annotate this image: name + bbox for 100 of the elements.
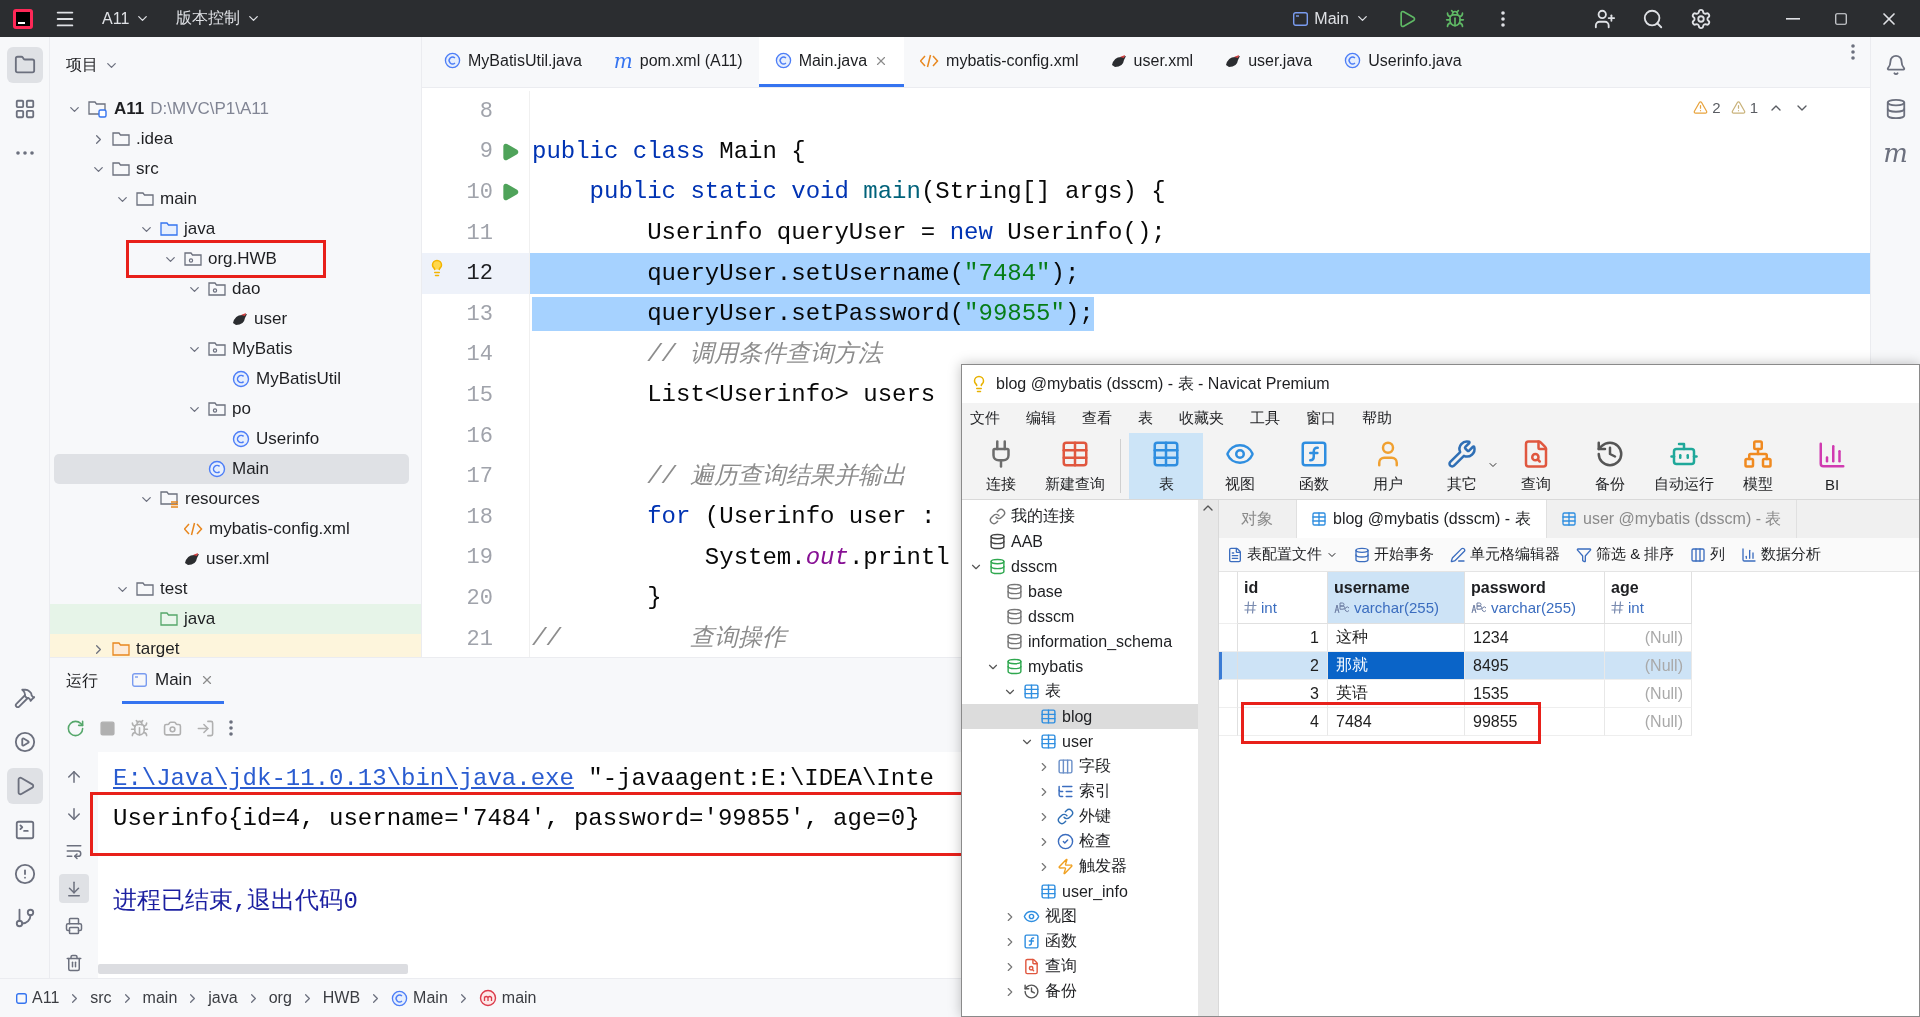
tree-item[interactable]: 备份 (962, 979, 1198, 1004)
tree-item[interactable]: user_info (962, 879, 1198, 904)
toolbar-button[interactable]: 单元格编辑器 (1450, 545, 1560, 564)
toolbar-button[interactable]: 连接 (964, 433, 1038, 499)
table-row[interactable]: 3 英语 1535 (Null) (1219, 680, 1692, 708)
column-header[interactable]: id int (1238, 572, 1328, 624)
tree-item[interactable]: dsscm (962, 554, 1198, 579)
tree-item[interactable]: 表 (962, 679, 1198, 704)
toolbar-button[interactable]: 函数 (1277, 433, 1351, 499)
editor-tab[interactable]: Main.java (758, 37, 905, 87)
editor-tab[interactable]: m pom.xml (A11) (597, 37, 759, 87)
breadcrumb-item[interactable]: main (478, 989, 537, 1007)
toolbar-button[interactable]: BI (1795, 433, 1869, 499)
tool-window-button[interactable]: m (1877, 135, 1914, 171)
menu-item[interactable]: 收藏夹 (1179, 408, 1224, 428)
column-header[interactable]: password varchar(255) (1465, 572, 1605, 624)
tree-item[interactable]: 字段 (962, 754, 1198, 779)
toolbar-button[interactable]: 列 (1690, 545, 1726, 564)
tree-item[interactable]: AAB (962, 529, 1198, 554)
breadcrumb-item[interactable]: org (268, 989, 292, 1007)
tab[interactable]: blog @mybatis (dsscm) - 表 (1297, 500, 1547, 538)
tree-item[interactable]: 触发器 (962, 854, 1198, 879)
tree-item[interactable]: po (50, 394, 421, 424)
tree-item[interactable]: java (50, 214, 421, 244)
breadcrumb-item[interactable]: main (142, 989, 178, 1007)
menu-item[interactable]: 窗口 (1306, 408, 1336, 428)
tree-item[interactable]: user (962, 729, 1198, 754)
run-icon[interactable] (500, 141, 520, 162)
editor-tab[interactable]: MyBatisUtil.java (428, 37, 598, 87)
toolbar-button[interactable]: 新建查询 (1038, 433, 1112, 499)
editor-tab[interactable]: user.xml (1094, 37, 1210, 87)
tree-item[interactable]: mybatis (962, 654, 1198, 679)
tree-item[interactable]: information_schema (962, 629, 1198, 654)
tree-item[interactable]: user (50, 304, 421, 334)
run-config-selector[interactable]: Main (1287, 3, 1376, 34)
scroll-end-button[interactable] (59, 874, 89, 904)
tree-item[interactable]: resources (50, 484, 421, 514)
tree-item[interactable]: dsscm (962, 604, 1198, 629)
tree-item[interactable]: 我的连接 (962, 504, 1198, 529)
tree-item[interactable]: src (50, 154, 421, 184)
breadcrumb-item[interactable]: HWB (322, 989, 361, 1007)
toolbar-button[interactable]: 模型 (1721, 433, 1795, 499)
menu-item[interactable]: 文件 (970, 408, 1000, 428)
toolbar-button[interactable]: 表 (1129, 433, 1203, 499)
tree-item[interactable]: Main (54, 454, 409, 484)
editor-tab[interactable]: user.java (1209, 37, 1329, 87)
toolbar-button[interactable]: 开始事务 (1354, 545, 1434, 564)
panel-title[interactable]: 项目 (66, 55, 119, 76)
toolbar-button[interactable]: 数据分析 (1741, 545, 1822, 564)
project-switcher[interactable]: A11 (96, 3, 157, 34)
tree-item[interactable]: dao (50, 274, 421, 304)
menu-item[interactable]: 表 (1138, 408, 1153, 428)
tool-window-button[interactable] (6, 768, 43, 804)
tree-item[interactable]: base (962, 579, 1198, 604)
tree-item[interactable]: 函数 (962, 929, 1198, 954)
tool-window-button[interactable] (6, 47, 43, 83)
tree-item[interactable]: test (50, 574, 421, 604)
menu-item[interactable]: 帮助 (1362, 408, 1392, 428)
menu-item[interactable]: 查看 (1082, 408, 1112, 428)
column-header[interactable]: username varchar(255) (1328, 572, 1465, 624)
toolbar-button[interactable]: 筛选 & 排序 (1576, 545, 1675, 564)
breadcrumb-item[interactable]: A11 (16, 989, 60, 1007)
vcs-menu[interactable]: 版本控制 (170, 3, 268, 34)
tree-item[interactable]: MyBatisUtil (50, 364, 421, 394)
tree-item[interactable]: Userinfo (50, 424, 421, 454)
toolbar-button[interactable]: 用户 (1351, 433, 1425, 499)
table-row[interactable]: 2 那就 8495 (Null) (1219, 652, 1692, 680)
editor-tab[interactable]: mybatis-config.xml (904, 37, 1095, 87)
tree-item[interactable]: .idea (50, 124, 421, 154)
tree-item[interactable]: 外键 (962, 804, 1198, 829)
table-row[interactable]: 4 7484 99855 (Null) (1219, 708, 1692, 736)
run-icon[interactable] (500, 182, 520, 203)
tree-item[interactable]: org.HWB (50, 244, 421, 274)
toolbar-button[interactable]: 表配置文件 (1227, 545, 1338, 564)
column-header[interactable]: age int (1605, 572, 1692, 624)
tree-item[interactable]: target (50, 634, 421, 657)
console-link[interactable]: E:\Java\jdk-11.0.13\bin\java.exe (113, 764, 574, 792)
breadcrumb-item[interactable]: java (208, 989, 238, 1007)
tree-item[interactable]: user.xml (50, 544, 421, 574)
breadcrumb-item[interactable]: Main (391, 989, 448, 1007)
tree-item[interactable]: 检查 (962, 829, 1198, 854)
tree-item[interactable]: java (50, 604, 421, 634)
tree-item[interactable]: blog (962, 704, 1198, 729)
run-tab[interactable]: Main (122, 658, 224, 704)
toolbar-button[interactable]: 查询 (1499, 433, 1573, 499)
editor-tab[interactable]: Userinfo.java (1328, 37, 1478, 87)
toolbar-button[interactable]: 备份 (1573, 433, 1647, 499)
tree-item[interactable]: A11 D:\MVC\P1\A11 (50, 94, 421, 124)
breadcrumb-item[interactable]: src (90, 989, 112, 1007)
toolbar-button[interactable]: 自动运行 (1647, 433, 1721, 499)
tree-item[interactable]: main (50, 184, 421, 214)
menu-item[interactable]: 工具 (1250, 408, 1280, 428)
tree-item[interactable]: 查询 (962, 954, 1198, 979)
tree-item[interactable]: MyBatis (50, 334, 421, 364)
toolbar-button[interactable]: 其它 (1425, 433, 1499, 499)
toolbar-button[interactable]: 视图 (1203, 433, 1277, 499)
menu-item[interactable]: 编辑 (1026, 408, 1056, 428)
tree-item[interactable]: mybatis-config.xml (50, 514, 421, 544)
rerun-icon[interactable] (66, 718, 85, 738)
tree-item[interactable]: 视图 (962, 904, 1198, 929)
